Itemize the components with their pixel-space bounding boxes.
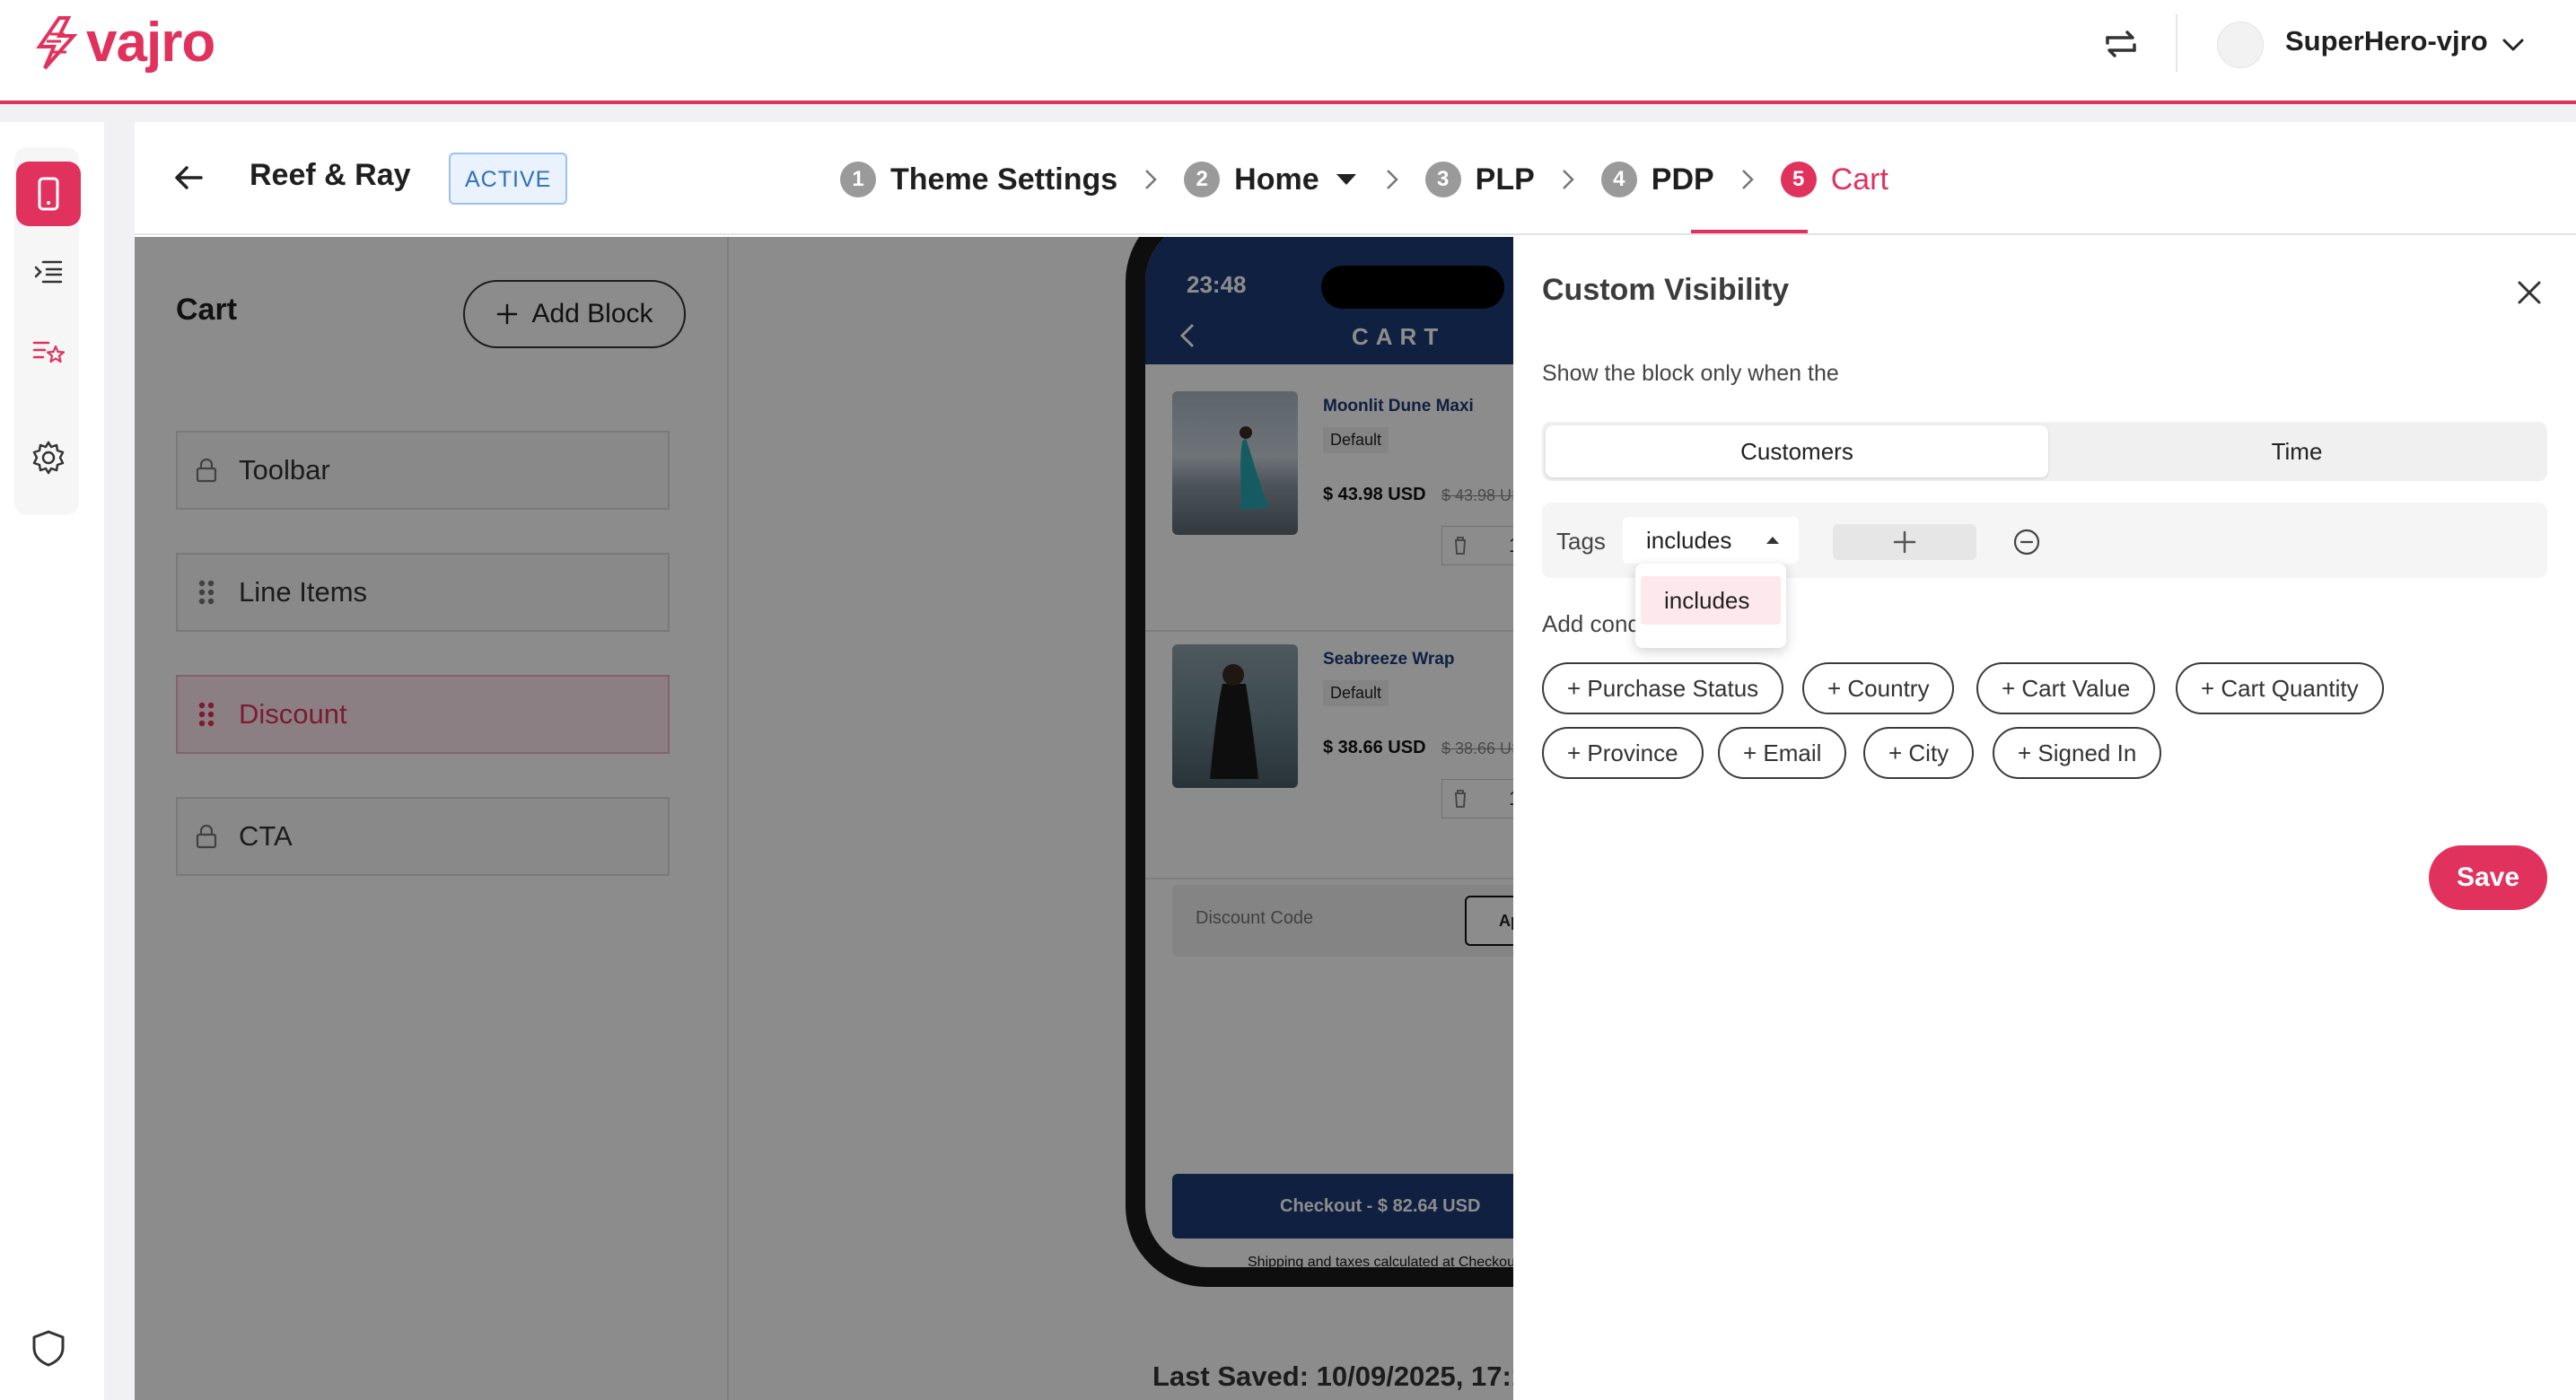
chip-email[interactable]: + Email xyxy=(1718,727,1847,779)
tab-label: Time xyxy=(2271,437,2323,465)
condition-label: Tags xyxy=(1556,528,1606,555)
custom-visibility-drawer: Custom Visibility Show the block only wh… xyxy=(1513,237,2576,1400)
gear-icon[interactable] xyxy=(16,425,81,490)
store-avatar[interactable] xyxy=(2217,22,2264,68)
shield-icon[interactable] xyxy=(31,1328,66,1368)
drawer-title: Custom Visibility xyxy=(1542,273,1790,307)
page-title: Reef & Ray xyxy=(250,158,411,192)
step-pdp[interactable]: 4 PDP xyxy=(1600,162,1714,197)
save-label: Save xyxy=(2456,862,2520,892)
chip-country[interactable]: + Country xyxy=(1802,662,1955,714)
step-number: 2 xyxy=(1184,162,1221,197)
dropdown-option-includes[interactable]: includes xyxy=(1641,576,1781,625)
left-rail xyxy=(0,122,104,1400)
swap-icon[interactable] xyxy=(2100,23,2142,65)
chevron-right-icon xyxy=(1555,166,1582,193)
topbar-divider xyxy=(2176,14,2177,72)
chip-label: + Province xyxy=(1567,739,1678,766)
drawer-subtitle: Show the block only when the xyxy=(1542,361,1839,386)
chevron-down-icon[interactable] xyxy=(2499,31,2528,59)
step-plp[interactable]: 3 PLP xyxy=(1424,162,1535,197)
step-number: 4 xyxy=(1600,162,1637,197)
chip-label: + City xyxy=(1888,739,1950,766)
step-number: 3 xyxy=(1424,162,1461,197)
chevron-right-icon xyxy=(1379,166,1406,193)
operator-select[interactable]: includes xyxy=(1623,517,1799,564)
save-button[interactable]: Save xyxy=(2429,845,2547,910)
stepper: 1 Theme Settings 2 Home 3 PLP 4 PDP 5 Ca… xyxy=(840,154,1888,205)
plus-icon xyxy=(1893,530,1916,554)
operator-dropdown: includes xyxy=(1635,564,1786,648)
chip-label: + Cart Value xyxy=(2002,674,2131,702)
chevron-right-icon xyxy=(1137,166,1164,193)
step-theme-settings[interactable]: 1 Theme Settings xyxy=(840,162,1117,197)
step-label: PLP xyxy=(1475,162,1535,197)
chip-label: + Cart Quantity xyxy=(2201,674,2359,702)
chip-cart-quantity[interactable]: + Cart Quantity xyxy=(2176,662,2384,714)
step-label: Home xyxy=(1234,162,1319,197)
list-star-icon[interactable] xyxy=(16,319,81,384)
tab-label: Customers xyxy=(1740,437,1853,465)
chip-label: + Purchase Status xyxy=(1567,674,1759,702)
step-label: Theme Settings xyxy=(890,162,1118,197)
active-step-underline xyxy=(1691,230,1808,233)
chip-label: + Country xyxy=(1827,674,1930,702)
step-number: 5 xyxy=(1780,162,1817,197)
remove-circle-icon[interactable] xyxy=(2012,528,2041,556)
step-label: Cart xyxy=(1830,162,1888,197)
tab-customers[interactable]: Customers xyxy=(1546,425,2048,477)
chevron-right-icon xyxy=(1734,166,1761,193)
close-icon[interactable] xyxy=(2511,275,2547,311)
status-badge: ACTIVE xyxy=(449,153,568,205)
chip-city[interactable]: + City xyxy=(1863,727,1975,779)
chip-label: + Email xyxy=(1743,739,1822,766)
caret-down-icon[interactable] xyxy=(1334,171,1359,188)
chip-province[interactable]: + Province xyxy=(1542,727,1704,779)
back-arrow-icon[interactable] xyxy=(171,160,206,196)
top-bar: vajro SuperHero-vjro xyxy=(0,0,2576,104)
step-cart[interactable]: 5 Cart xyxy=(1780,162,1888,197)
operator-value: includes xyxy=(1646,526,1732,554)
chip-signed-in[interactable]: + Signed In xyxy=(1993,727,2162,779)
step-label: PDP xyxy=(1651,162,1714,197)
vajro-logo[interactable]: vajro xyxy=(32,11,215,74)
step-home[interactable]: 2 Home xyxy=(1184,162,1358,197)
modal-overlay[interactable] xyxy=(135,237,1513,1400)
mobile-icon[interactable] xyxy=(16,162,81,226)
chip-cart-value[interactable]: + Cart Value xyxy=(1976,662,2156,714)
chip-purchase-status[interactable]: + Purchase Status xyxy=(1542,662,1784,714)
chip-label: + Signed In xyxy=(2018,739,2137,766)
tab-time[interactable]: Time xyxy=(2050,425,2544,477)
segment-control: Customers Time xyxy=(1542,422,2547,481)
vajro-logo-icon xyxy=(36,15,78,69)
add-tag-button[interactable] xyxy=(1833,524,1976,560)
editor-header: Reef & Ray ACTIVE 1 Theme Settings 2 Hom… xyxy=(135,122,2576,235)
logo-text: vajro xyxy=(86,12,215,74)
list-indent-icon[interactable] xyxy=(16,239,81,303)
caret-up-icon xyxy=(1766,537,1779,544)
store-name[interactable]: SuperHero-vjro xyxy=(2285,25,2488,57)
option-label: includes xyxy=(1664,586,1750,614)
step-number: 1 xyxy=(840,162,876,197)
